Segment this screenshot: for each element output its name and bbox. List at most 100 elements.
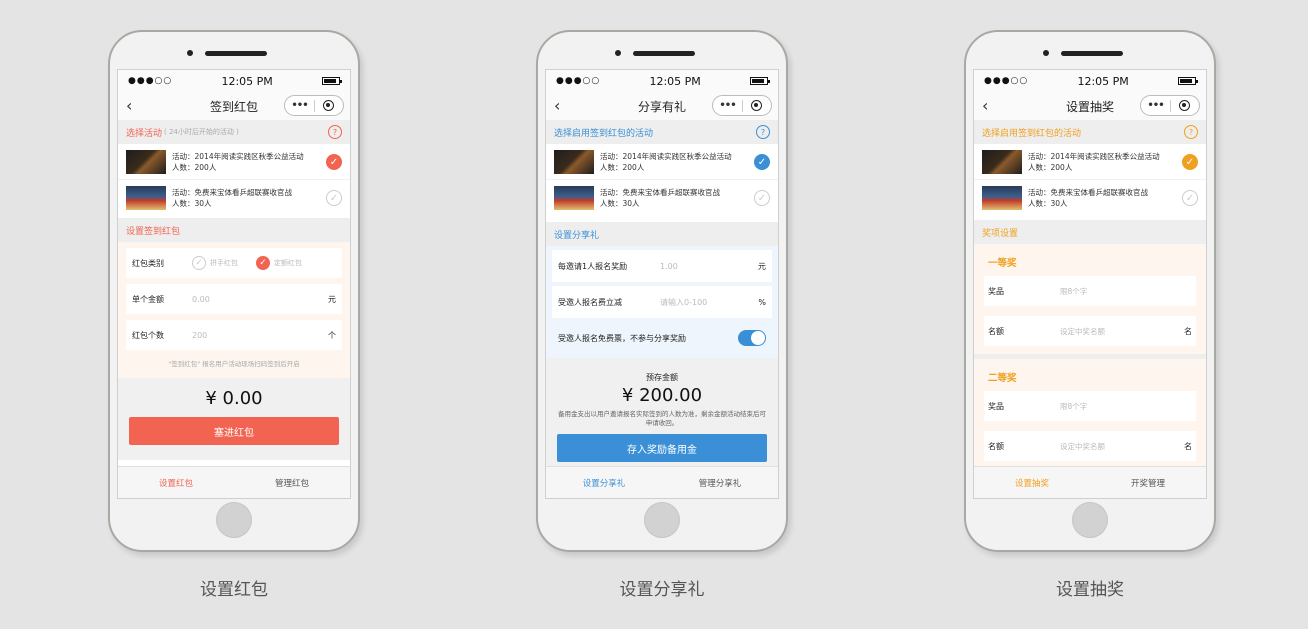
caption: 设置红包 [200, 580, 268, 600]
radio-label: 拼手红包 [210, 259, 238, 267]
activity-item[interactable]: 活动：免费来宝体看乒超联赛收官战 人数：30人 ✓ [974, 180, 1206, 216]
checked-icon[interactable]: ✓ [326, 154, 342, 170]
status-bar: ●●●○○ 12:05 PM [118, 70, 350, 92]
more-icon[interactable]: ••• [713, 100, 742, 111]
activity-title: 活动：2014年阅读实践区秋季公益活动 [172, 151, 304, 161]
activity-item[interactable]: 活动：免费来宝体看乒超联赛收官战 人数：30人 ✓ [118, 180, 350, 216]
close-target-icon[interactable] [315, 100, 343, 111]
prize-second: 二等奖 奖品 限8个字 名额 设定中奖名额 名 [974, 359, 1206, 477]
section-label: 选择启用签到红包的活动 [554, 128, 654, 139]
home-button[interactable] [1072, 502, 1108, 538]
chevron-left-icon[interactable]: ‹ [126, 96, 132, 115]
checked-icon[interactable]: ✓ [754, 154, 770, 170]
signal-icon: ●●●○○ [556, 76, 601, 86]
activity-thumbnail [554, 149, 594, 174]
form-area: 红包类别 ✓ 拼手红包 ✓ 定额红包 单个金额 0.00 元 红包个数 200 个 … [118, 242, 350, 378]
help-icon[interactable]: ? [756, 125, 770, 139]
prize-quota-placeholder: 设定中奖名额 [1060, 326, 1105, 336]
deposit-button[interactable]: 存入奖励备用金 [557, 434, 767, 462]
section-label: 设置分享礼 [554, 230, 600, 241]
activity-item[interactable]: 活动：2014年阅读实践区秋季公益活动 人数：200人 ✓ [974, 144, 1206, 180]
camera-dot [615, 50, 621, 56]
amount-field[interactable]: 单个金额 0.00 元 [126, 284, 342, 314]
help-icon[interactable]: ? [1184, 125, 1198, 139]
section-label: 选择活动 [126, 128, 163, 139]
prize-quota-unit: 名 [1184, 326, 1192, 336]
status-time: 12:05 PM [221, 74, 273, 88]
more-icon[interactable]: ••• [1141, 100, 1170, 111]
section-hint: ( 24小时后开始的活动 ) [164, 128, 239, 136]
activity-item[interactable]: 活动：2014年阅读实践区秋季公益活动 人数：200人 ✓ [546, 144, 778, 180]
section-setup: 设置签到红包 [118, 218, 350, 242]
tab-setup[interactable]: 设置抽奖 [974, 467, 1090, 498]
prize-item-label: 奖品 [988, 401, 1004, 411]
count-field[interactable]: 红包个数 200 个 [126, 320, 342, 350]
section-select-activity: 选择活动 ( 24小时后开始的活动 ) ? [118, 120, 350, 144]
radio-fixed[interactable]: ✓ 定额红包 [256, 256, 302, 270]
discount-label: 受邀人报名费立减 [558, 297, 622, 307]
total-amount: ¥ 0.00 [205, 388, 263, 409]
amount-placeholder: 0.00 [192, 294, 210, 304]
activity-item[interactable]: 活动：免费来宝体看乒超联赛收官战 人数：30人 ✓ [546, 180, 778, 216]
home-button[interactable] [216, 502, 252, 538]
amount-label: 单个金额 [132, 294, 164, 304]
free-ticket-toggle[interactable] [738, 330, 766, 346]
type-row: 红包类别 ✓ 拼手红包 ✓ 定额红包 [126, 248, 342, 278]
tab-setup[interactable]: 设置分享礼 [546, 467, 662, 498]
caption: 设置抽奖 [1056, 580, 1124, 600]
reward-placeholder: 1.00 [660, 261, 678, 271]
tab-manage[interactable]: 开奖管理 [1090, 467, 1206, 498]
speaker-grille [633, 51, 695, 56]
phone-red-envelope: ●●●○○ 12:05 PM ‹ 签到红包 ••• 选择活动 ( 24小时后开始… [108, 30, 360, 552]
radio-random[interactable]: ✓ 拼手红包 [192, 256, 238, 270]
prize-item-field[interactable]: 奖品 限8个字 [984, 276, 1196, 306]
close-target-icon[interactable] [743, 100, 771, 111]
tab-manage[interactable]: 管理红包 [234, 467, 350, 498]
prize-quota-field[interactable]: 名额 设定中奖名额 名 [984, 316, 1196, 346]
chevron-left-icon[interactable]: ‹ [554, 96, 560, 115]
prize-item-field[interactable]: 奖品 限8个字 [984, 391, 1196, 421]
tab-bar: 设置红包 管理红包 [118, 466, 350, 498]
help-icon[interactable]: ? [328, 125, 342, 139]
tab-manage[interactable]: 管理分享礼 [662, 467, 778, 498]
battery-icon [322, 77, 342, 85]
activity-item[interactable]: 活动：2014年阅读实践区秋季公益活动 人数：200人 ✓ [118, 144, 350, 180]
phone-share-gift: ●●●○○ 12:05 PM ‹ 分享有礼 ••• 选择启用签到红包的活动 ? … [536, 30, 788, 552]
home-button[interactable] [644, 502, 680, 538]
close-target-icon[interactable] [1171, 100, 1199, 111]
section-setup: 奖项设置 [974, 220, 1206, 244]
discount-unit: % [758, 297, 766, 307]
caption: 设置分享礼 [619, 580, 705, 600]
deposit-area: 预存金额 ¥ 200.00 备用金支出以用户邀请报名实际签到的人数为准，剩余金额… [546, 358, 778, 468]
prize-title: 二等奖 [988, 373, 1017, 384]
section-setup: 设置分享礼 [546, 222, 778, 246]
more-icon[interactable]: ••• [285, 100, 314, 111]
activity-title: 活动：免费来宝体看乒超联赛收官战 [172, 188, 292, 197]
unchecked-icon[interactable]: ✓ [1182, 190, 1198, 206]
free-ticket-row: 受邀人报名免费票，不参与分享奖励 [552, 322, 772, 354]
radio-label: 定额红包 [274, 259, 302, 267]
speaker-grille [205, 51, 267, 56]
prize-quota-field[interactable]: 名额 设定中奖名额 名 [984, 431, 1196, 461]
unchecked-icon[interactable]: ✓ [754, 190, 770, 206]
screen: ●●●○○ 12:05 PM ‹ 分享有礼 ••• 选择启用签到红包的活动 ? … [545, 69, 779, 499]
count-unit: 个 [328, 330, 336, 340]
discount-placeholder: 请输入0-100 [660, 297, 708, 307]
tab-bar: 设置分享礼 管理分享礼 [546, 466, 778, 498]
deposit-label: 预存金额 [646, 373, 678, 382]
mini-program-capsule: ••• [284, 95, 344, 116]
prize-quota-label: 名额 [988, 326, 1004, 336]
activity-count: 人数：200人 [1028, 162, 1073, 172]
mini-program-capsule: ••• [712, 95, 772, 116]
discount-field[interactable]: 受邀人报名费立减 请输入0-100 % [552, 286, 772, 318]
checked-icon[interactable]: ✓ [1182, 154, 1198, 170]
reward-field[interactable]: 每邀请1人报名奖励 1.00 元 [552, 250, 772, 282]
nav-bar: ‹ 设置抽奖 ••• [974, 92, 1206, 120]
tab-setup[interactable]: 设置红包 [118, 467, 234, 498]
reward-unit: 元 [758, 261, 766, 271]
signal-icon: ●●●○○ [984, 76, 1029, 86]
submit-button[interactable]: 塞进红包 [129, 417, 339, 445]
unchecked-icon[interactable]: ✓ [326, 190, 342, 206]
section-label: 奖项设置 [982, 228, 1019, 239]
chevron-left-icon[interactable]: ‹ [982, 96, 988, 115]
